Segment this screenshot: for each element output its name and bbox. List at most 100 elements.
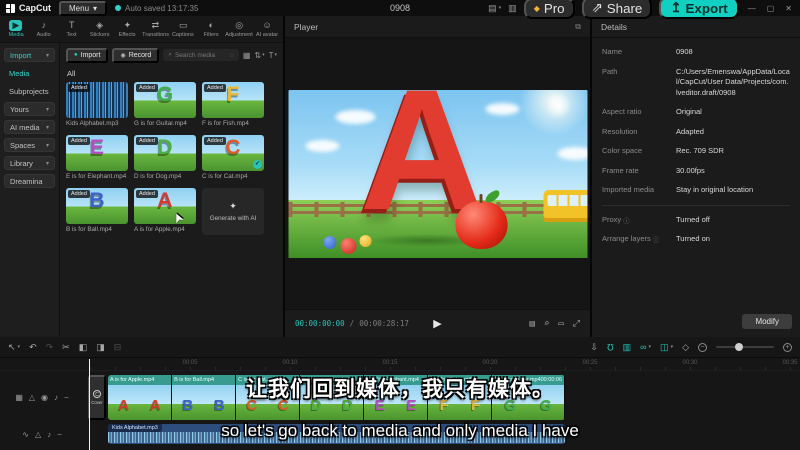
close-button[interactable]: ✕	[783, 4, 794, 13]
filter-type-icon[interactable]: T ▾	[269, 51, 277, 60]
media-item-b-is-for-ball-mp4[interactable]: B Added B is for Ball.mp4	[66, 188, 128, 235]
tab-captions[interactable]: ▭ Captions	[169, 20, 197, 38]
media-item-g-is-for-guitar-mp4[interactable]: G Added G is for Guitar.mp4	[134, 82, 196, 127]
minimize-button[interactable]: —	[746, 4, 758, 13]
timeline-clip-f-is-for-fish-mp4[interactable]: F is for Fish.mp4 F F	[428, 375, 493, 420]
tab-adjustment[interactable]: ◎ Adjustment	[225, 20, 253, 38]
hide-track-icon[interactable]: ◉	[41, 393, 48, 402]
delete-button[interactable]: ⊟	[114, 342, 122, 353]
waveform-icon[interactable]: ∿	[22, 430, 29, 439]
sidebar-item-library[interactable]: Library ▾	[4, 156, 55, 170]
tab-text[interactable]: T Text	[58, 20, 86, 38]
media-item-c-is-for-cat-mp4[interactable]: C Added ✓ C is for Cat.mp4	[202, 135, 264, 180]
sidebar-item-subprojects[interactable]: Subprojects	[4, 84, 55, 98]
mute-track-icon[interactable]: ♪	[47, 430, 51, 439]
undo-button[interactable]: ↶	[29, 342, 37, 353]
media-item-f-is-for-fish-mp4[interactable]: F Added F is for Fish.mp4	[202, 82, 264, 127]
preview-zoom-icon[interactable]: ⌕	[544, 319, 549, 329]
timeline-zoom-slider[interactable]	[716, 343, 774, 351]
menu-label: Menu	[69, 3, 90, 13]
link-icon[interactable]: ∞ ▾	[640, 342, 651, 352]
tab-audio[interactable]: ♪ Audio	[30, 20, 58, 38]
collapse-track-icon[interactable]: −	[64, 393, 69, 402]
collapse-track-icon[interactable]: −	[57, 430, 62, 439]
preview-axis-icon[interactable]: ◫ ▾	[660, 342, 673, 353]
sidebar-item-media[interactable]: Media	[4, 66, 55, 80]
mute-track-icon[interactable]: ♪	[54, 393, 58, 402]
tab-effects[interactable]: ✦ Effects	[114, 20, 142, 38]
lock-track-icon[interactable]: △	[35, 430, 41, 439]
generate-with-ai-tile[interactable]: ✦ Generate with AI	[202, 188, 264, 235]
layout-toggle-icon[interactable]: ▤ ▾	[488, 3, 501, 14]
thumbnail-view-icon[interactable]: ▦	[15, 393, 23, 402]
tab-ai-avatar[interactable]: ☺ AI avatar	[253, 20, 281, 38]
redo-button[interactable]: ↷	[46, 342, 54, 353]
panel-arrange-icon[interactable]: ▥	[508, 3, 517, 14]
sidebar-item-import[interactable]: Import ▾	[4, 48, 55, 62]
audio-clip[interactable]: Kids Alphabet.mp3	[108, 424, 565, 444]
import-button[interactable]: ● Import	[66, 47, 109, 63]
clip-letter-graphic: B	[213, 397, 225, 414]
cover-button[interactable]: C Cover	[88, 375, 106, 420]
audio-icon: ♪	[41, 20, 47, 30]
sort-icon[interactable]: ⇅ ▾	[254, 51, 264, 60]
play-button[interactable]: ▶	[427, 316, 447, 331]
tab-stickers[interactable]: ◈ Stickers	[86, 20, 114, 38]
media-item-e-is-for-elephant-mp4[interactable]: E Added E is for Elephant.mp4	[66, 135, 128, 180]
sidebar-item-spaces[interactable]: Spaces ▾	[4, 138, 55, 152]
timeline-clip-d-is-for-dog-mp4[interactable]: D is for Dog.mp4 D D	[300, 375, 365, 420]
media-item-kids-alphabet-mp3[interactable]: Added Kids Alphabet.mp3	[66, 82, 128, 127]
search-by-image-icon[interactable]: ◌	[230, 52, 234, 59]
trim-left-button[interactable]: ◧	[79, 342, 88, 353]
zoom-in-button[interactable]: +	[783, 342, 792, 352]
timeline-clip-e-is-for-elephant-mp4[interactable]: E is for Elephant.mp4 E E	[364, 375, 429, 420]
timeline-clip-b-is-for-ball-mp4[interactable]: B is for Ball.mp4 B B	[172, 375, 237, 420]
tab-filters[interactable]: ◐ Filters	[197, 20, 225, 38]
view-toggle-icon[interactable]: ▦	[243, 51, 251, 60]
record-button[interactable]: ◉ Record	[112, 47, 160, 63]
import-to-timeline-icon[interactable]: ⇩	[590, 342, 598, 353]
preview-quality-icon[interactable]: ▤	[530, 319, 535, 329]
details-fields: Name 0908 Path C:/Users/Emenswa/AppData/Loc…	[592, 38, 800, 196]
expand-panel-icon[interactable]: ⧉	[575, 22, 581, 32]
aspect-ratio-icon[interactable]: ▭	[558, 319, 563, 329]
search-input[interactable]: ⌕ Search media ◌	[163, 49, 239, 61]
magnet-icon[interactable]: Ω	[607, 342, 614, 352]
export-button[interactable]: ↥ Export	[659, 0, 739, 19]
record-icon: ◉	[120, 52, 126, 59]
media-item-a-is-for-apple-mp4[interactable]: A Added ➤ A is for Apple.mp4	[134, 188, 196, 235]
lock-track-icon[interactable]: △	[29, 393, 35, 402]
tab-label: Effects	[119, 32, 136, 38]
tab-label: Transitions	[141, 32, 169, 38]
timeline-clip-c-is-for-cat-mp4[interactable]: C is for Cat.mp4 C C	[236, 375, 301, 420]
maximize-button[interactable]: ▢	[765, 4, 777, 13]
autosave-dot-icon	[115, 5, 122, 11]
modify-button[interactable]: Modify	[742, 314, 792, 329]
media-item-d-is-for-dog-mp4[interactable]: D Added D is for Dog.mp4	[134, 135, 196, 180]
timeline-ruler[interactable]: 00:05 00:10 00:15 00:20 00:25 00:30 00:35	[0, 358, 800, 371]
video-preview[interactable]: A	[288, 89, 587, 258]
tab-media[interactable]: ▶ Media	[2, 20, 30, 38]
share-button[interactable]: ⇗ Share	[581, 0, 653, 19]
media-library-panel: ▶ Media ♪ Audio T Text ◈ Stickers ✦ Effects ⇄ Trans…	[0, 16, 283, 337]
zoom-out-button[interactable]: −	[698, 342, 707, 352]
timeline-clip-a-is-for-apple-mp4[interactable]: A is for Apple.mp4 A A	[108, 375, 173, 420]
snap-icon[interactable]: ▥	[623, 342, 632, 353]
pro-button[interactable]: ◆ Pro	[523, 0, 575, 19]
sidebar-item-yours[interactable]: Yours ▾	[4, 102, 55, 116]
sidebar-item-ai-media[interactable]: AI media ▾	[4, 120, 55, 134]
tab-transitions[interactable]: ⇄ Transitions	[141, 20, 169, 38]
chevron-down-icon: ▾	[45, 124, 49, 131]
timeline-clip-g-is-for-guitar-mp4[interactable]: G is for Guitar.mp4 00:00:06 G G	[492, 375, 565, 420]
trim-right-button[interactable]: ◨	[96, 342, 105, 353]
fullscreen-icon[interactable]: ⤢	[573, 319, 580, 329]
menu-button[interactable]: Menu ▾	[59, 0, 108, 16]
select-tool[interactable]: ↖ ▾	[8, 342, 20, 353]
split-button[interactable]: ✂	[62, 342, 70, 353]
sidebar-item-dreamina[interactable]: Dreamina	[4, 174, 55, 188]
clip-name: E is for Elephant.mp4	[366, 377, 419, 383]
keyframe-icon[interactable]: ◇	[682, 342, 689, 353]
added-badge: Added	[204, 84, 226, 92]
detail-value: 30.00fps	[676, 165, 705, 175]
slider-handle[interactable]	[734, 343, 743, 351]
